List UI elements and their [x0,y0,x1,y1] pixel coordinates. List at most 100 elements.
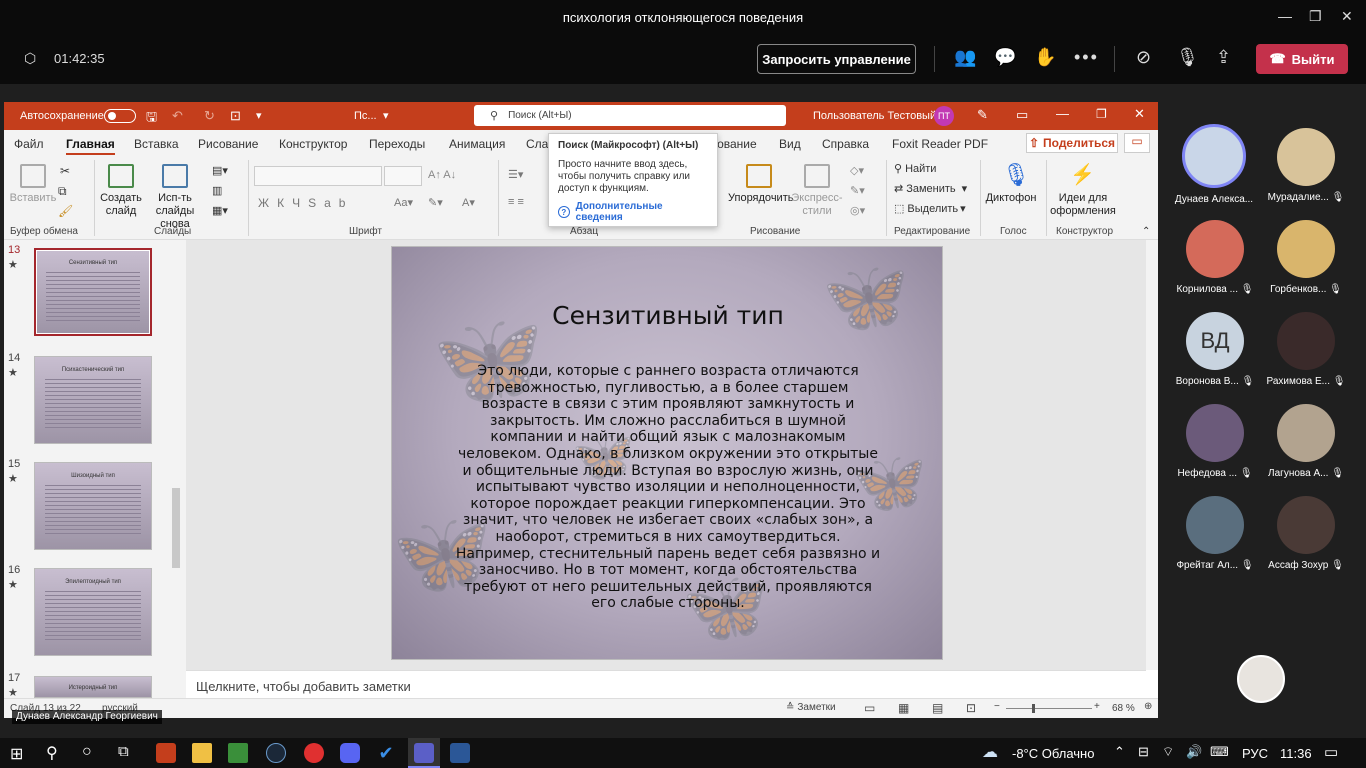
file-name[interactable]: Пс... [354,110,377,122]
self-view-avatar[interactable] [1237,655,1285,703]
user-avatar[interactable]: ПТ [934,106,954,126]
select-button[interactable]: ⬚ Выделить ▾ [894,202,966,216]
minimize-icon[interactable]: — [1056,106,1069,121]
redo-icon[interactable]: ↻ [204,108,215,124]
input-language[interactable]: РУС [1242,746,1268,761]
file-explorer-icon[interactable] [192,743,212,763]
microphone-icon[interactable]: 🎙 [1002,162,1030,188]
leave-button[interactable]: ☎ Выйти [1256,44,1348,74]
steam-icon[interactable] [266,743,286,763]
design-ideas-button[interactable]: Идеи для оформления [1048,192,1118,218]
chevron-up-icon[interactable]: ⌃ [1114,744,1125,760]
store-icon[interactable] [228,743,248,763]
shape-fill-icon[interactable]: ◇▾ [850,164,864,177]
slide-canvas[interactable]: 🦋 🦋 🦋 🦋 🦋 🦋 Сензитивный тип Это люди, ко… [391,246,943,660]
slide-thumbnail-13[interactable]: Сензитивный тип [34,248,152,336]
fit-slide-icon[interactable]: ⊕ [1144,701,1152,712]
teams-app-active[interactable] [408,738,440,768]
zoom-in-icon[interactable]: + [1094,701,1100,712]
notes-button[interactable]: ≙ Заметки [786,702,836,713]
volume-icon[interactable]: 🔊 [1186,744,1202,760]
close-icon[interactable]: ✕ [1134,106,1145,122]
maximize-icon[interactable]: ❐ [1096,107,1107,121]
highlight-icon[interactable]: ✎▾ [428,196,443,209]
increase-font-icon[interactable]: A↑ A↓ [428,169,456,181]
dictate-button[interactable]: Диктофон [984,192,1038,204]
reuse-slides-icon[interactable] [162,164,188,188]
slide-thumbnail-14[interactable]: Психастенический тип [34,356,152,444]
find-button[interactable]: ⚲ Найти [894,162,936,176]
slide-editor[interactable]: 🦋 🦋 🦋 🦋 🦋 🦋 Сензитивный тип Это люди, ко… [186,240,1158,670]
scrollbar-thumb[interactable] [172,488,180,568]
section-icon[interactable]: ▦▾ [212,204,228,217]
quick-styles-button[interactable]: Экспресс-стили [790,192,844,218]
chevron-down-icon[interactable]: ▾ [383,109,389,122]
search-icon[interactable]: ⚲ [46,743,58,763]
network-icon[interactable]: ⊟ [1138,744,1149,760]
weather-text[interactable]: -8°C Облачно [1012,746,1094,761]
participant-tile[interactable]: Корнилова ... 🎙 [1169,220,1261,295]
thumbs-scrollbar[interactable] [170,240,182,698]
tooltip-link[interactable]: ? Дополнительные сведения [558,201,708,223]
powerpoint-app-icon[interactable] [156,743,176,763]
lightning-icon[interactable]: ⚡ [1070,162,1095,187]
search-box[interactable]: ⚲ Поиск (Alt+Ы) [474,105,786,126]
task-view-icon[interactable]: ⧉ [118,743,129,760]
notifications-icon[interactable]: ▭ [1324,743,1338,761]
reading-view-icon[interactable]: ▤ [932,701,943,715]
camera-off-icon[interactable]: ⊘ [1136,47,1151,68]
font-family-select[interactable] [254,166,382,186]
tab-design[interactable]: Конструктор [279,137,347,151]
close-icon[interactable]: ✕ [1341,8,1353,25]
shape-effects-icon[interactable]: ◎▾ [850,204,865,217]
new-slide-button[interactable]: Создать слайд [98,192,144,218]
quick-styles-icon[interactable] [804,164,830,188]
share-screen-icon[interactable]: ⇪ [1216,47,1231,68]
slideshow-icon[interactable]: ⊡ [966,701,976,715]
slide-body-text[interactable]: Это люди, которые с раннего возраста отл… [454,363,882,612]
zoom-slider-thumb[interactable] [1032,704,1035,713]
save-icon[interactable]: 🖫 [146,108,157,130]
format-painter-icon[interactable]: 🖌 [58,204,73,218]
user-name[interactable]: Пользователь Тестовый [813,110,936,122]
participant-tile[interactable]: Фрейтаг Ал... 🎙 [1169,496,1261,571]
font-format-icons[interactable]: ЖКЧSab [258,196,353,210]
clock-time[interactable]: 11:36 [1280,746,1312,761]
participant-tile[interactable]: Мурадалие... 🎙 [1260,128,1352,203]
share-button[interactable]: ⇧ Поделиться [1026,133,1118,153]
ribbon-display-icon[interactable]: ▭ [1016,107,1028,123]
slide-title[interactable]: Сензитивный тип [392,301,942,330]
undo-icon[interactable]: ↶ [172,108,183,124]
copy-icon[interactable]: ⧉ [58,184,67,199]
keyboard-icon[interactable]: ⌨ [1210,744,1229,760]
font-color-icon[interactable]: A▾ [462,196,475,209]
reset-icon[interactable]: ▥ [212,184,222,197]
collapse-ribbon-icon[interactable]: ⌃ [1142,226,1150,237]
participant-tile[interactable]: Нефедова ... 🎙 [1169,404,1261,479]
zoom-level[interactable]: 68 % [1112,703,1135,714]
wifi-icon[interactable]: ⌔ [1162,744,1174,760]
tab-transitions[interactable]: Переходы [369,137,425,151]
shape-outline-icon[interactable]: ✎▾ [850,184,865,197]
customize-qat-icon[interactable]: ▾ [256,109,262,122]
more-options-icon[interactable]: ••• [1074,47,1099,68]
mic-off-icon[interactable]: 🎙 [1176,47,1199,68]
cortana-icon[interactable]: ○ [82,743,92,761]
participant-tile[interactable]: Дунаев Алекса... [1168,124,1260,205]
tab-draw[interactable]: Рисование [198,137,258,151]
autosave-toggle[interactable] [104,109,136,123]
raise-hand-icon[interactable]: ✋ [1034,47,1056,68]
zoom-slider[interactable] [1006,708,1092,709]
slide-thumbnails-pane[interactable]: 13 ★ Сензитивный тип 14 ★ Психастеническ… [4,240,186,699]
zoom-out-icon[interactable]: − [994,701,1000,712]
tab-help[interactable]: Справка [822,137,869,151]
paste-button[interactable]: Вставить [8,192,58,204]
minimize-icon[interactable]: — [1278,8,1292,24]
paste-icon[interactable] [20,164,46,188]
request-control-button[interactable]: Запросить управление [757,44,916,74]
participant-tile[interactable]: Рахимова Е... 🎙 [1260,312,1352,387]
notes-pane[interactable]: Щелкните, чтобы добавить заметки [186,670,1146,698]
participant-tile[interactable]: Ассаф Зохур 🎙 [1260,496,1352,571]
font-size-select[interactable] [384,166,422,186]
case-icon[interactable]: Aa▾ [394,196,413,209]
